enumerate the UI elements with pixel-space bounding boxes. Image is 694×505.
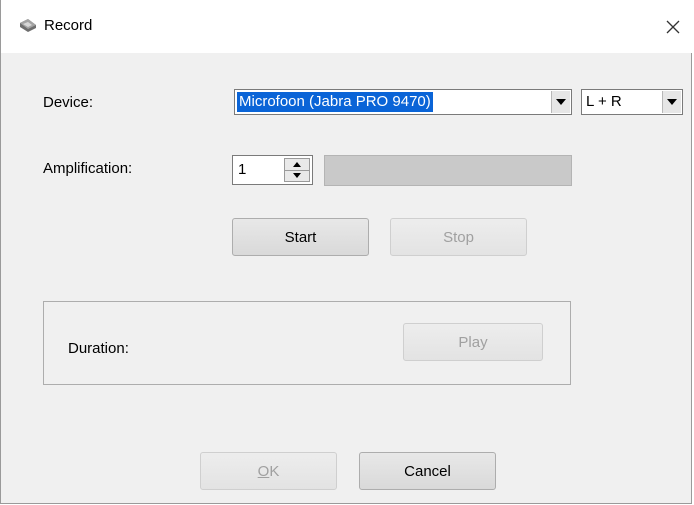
amplification-label: Amplification: <box>43 160 133 177</box>
ok-label-rest: K <box>269 462 280 480</box>
cancel-button[interactable]: Cancel <box>359 452 496 490</box>
device-select[interactable]: Microfoon (Jabra PRO 9470) <box>234 89 572 115</box>
device-label: Device: <box>43 94 94 111</box>
increment-button[interactable] <box>284 158 310 171</box>
channel-select[interactable]: L + R <box>581 89 683 115</box>
channel-selected-value: L + R <box>586 93 622 110</box>
channel-dropdown-button[interactable] <box>662 91 681 113</box>
close-button[interactable] <box>651 0 694 53</box>
play-button[interactable]: Play <box>403 323 543 361</box>
close-icon <box>666 20 680 33</box>
record-dialog: Record Device: Microfoon (Jabra PRO 9470… <box>0 0 694 504</box>
arrow-up-icon <box>293 161 301 167</box>
amplification-spinner[interactable]: 1 <box>232 155 313 185</box>
chevron-down-icon <box>667 99 677 105</box>
title-bar[interactable]: Record <box>1 0 694 53</box>
duration-group: Duration: Play <box>43 301 571 385</box>
arrow-down-icon <box>293 173 301 179</box>
stop-button[interactable]: Stop <box>390 218 527 256</box>
start-button[interactable]: Start <box>232 218 369 256</box>
ok-button[interactable]: OK <box>200 452 337 490</box>
device-selected-value: Microfoon (Jabra PRO 9470) <box>237 92 433 112</box>
ok-mnemonic: O <box>257 462 270 480</box>
spin-buttons <box>284 158 310 182</box>
decrement-button[interactable] <box>284 170 310 182</box>
device-dropdown-button[interactable] <box>551 91 570 113</box>
duration-label: Duration: <box>68 340 129 357</box>
chevron-down-icon <box>556 99 566 105</box>
microphone-icon <box>20 19 36 32</box>
window-title: Record <box>44 17 93 34</box>
amplification-value[interactable]: 1 <box>238 161 246 178</box>
level-meter <box>324 155 572 186</box>
